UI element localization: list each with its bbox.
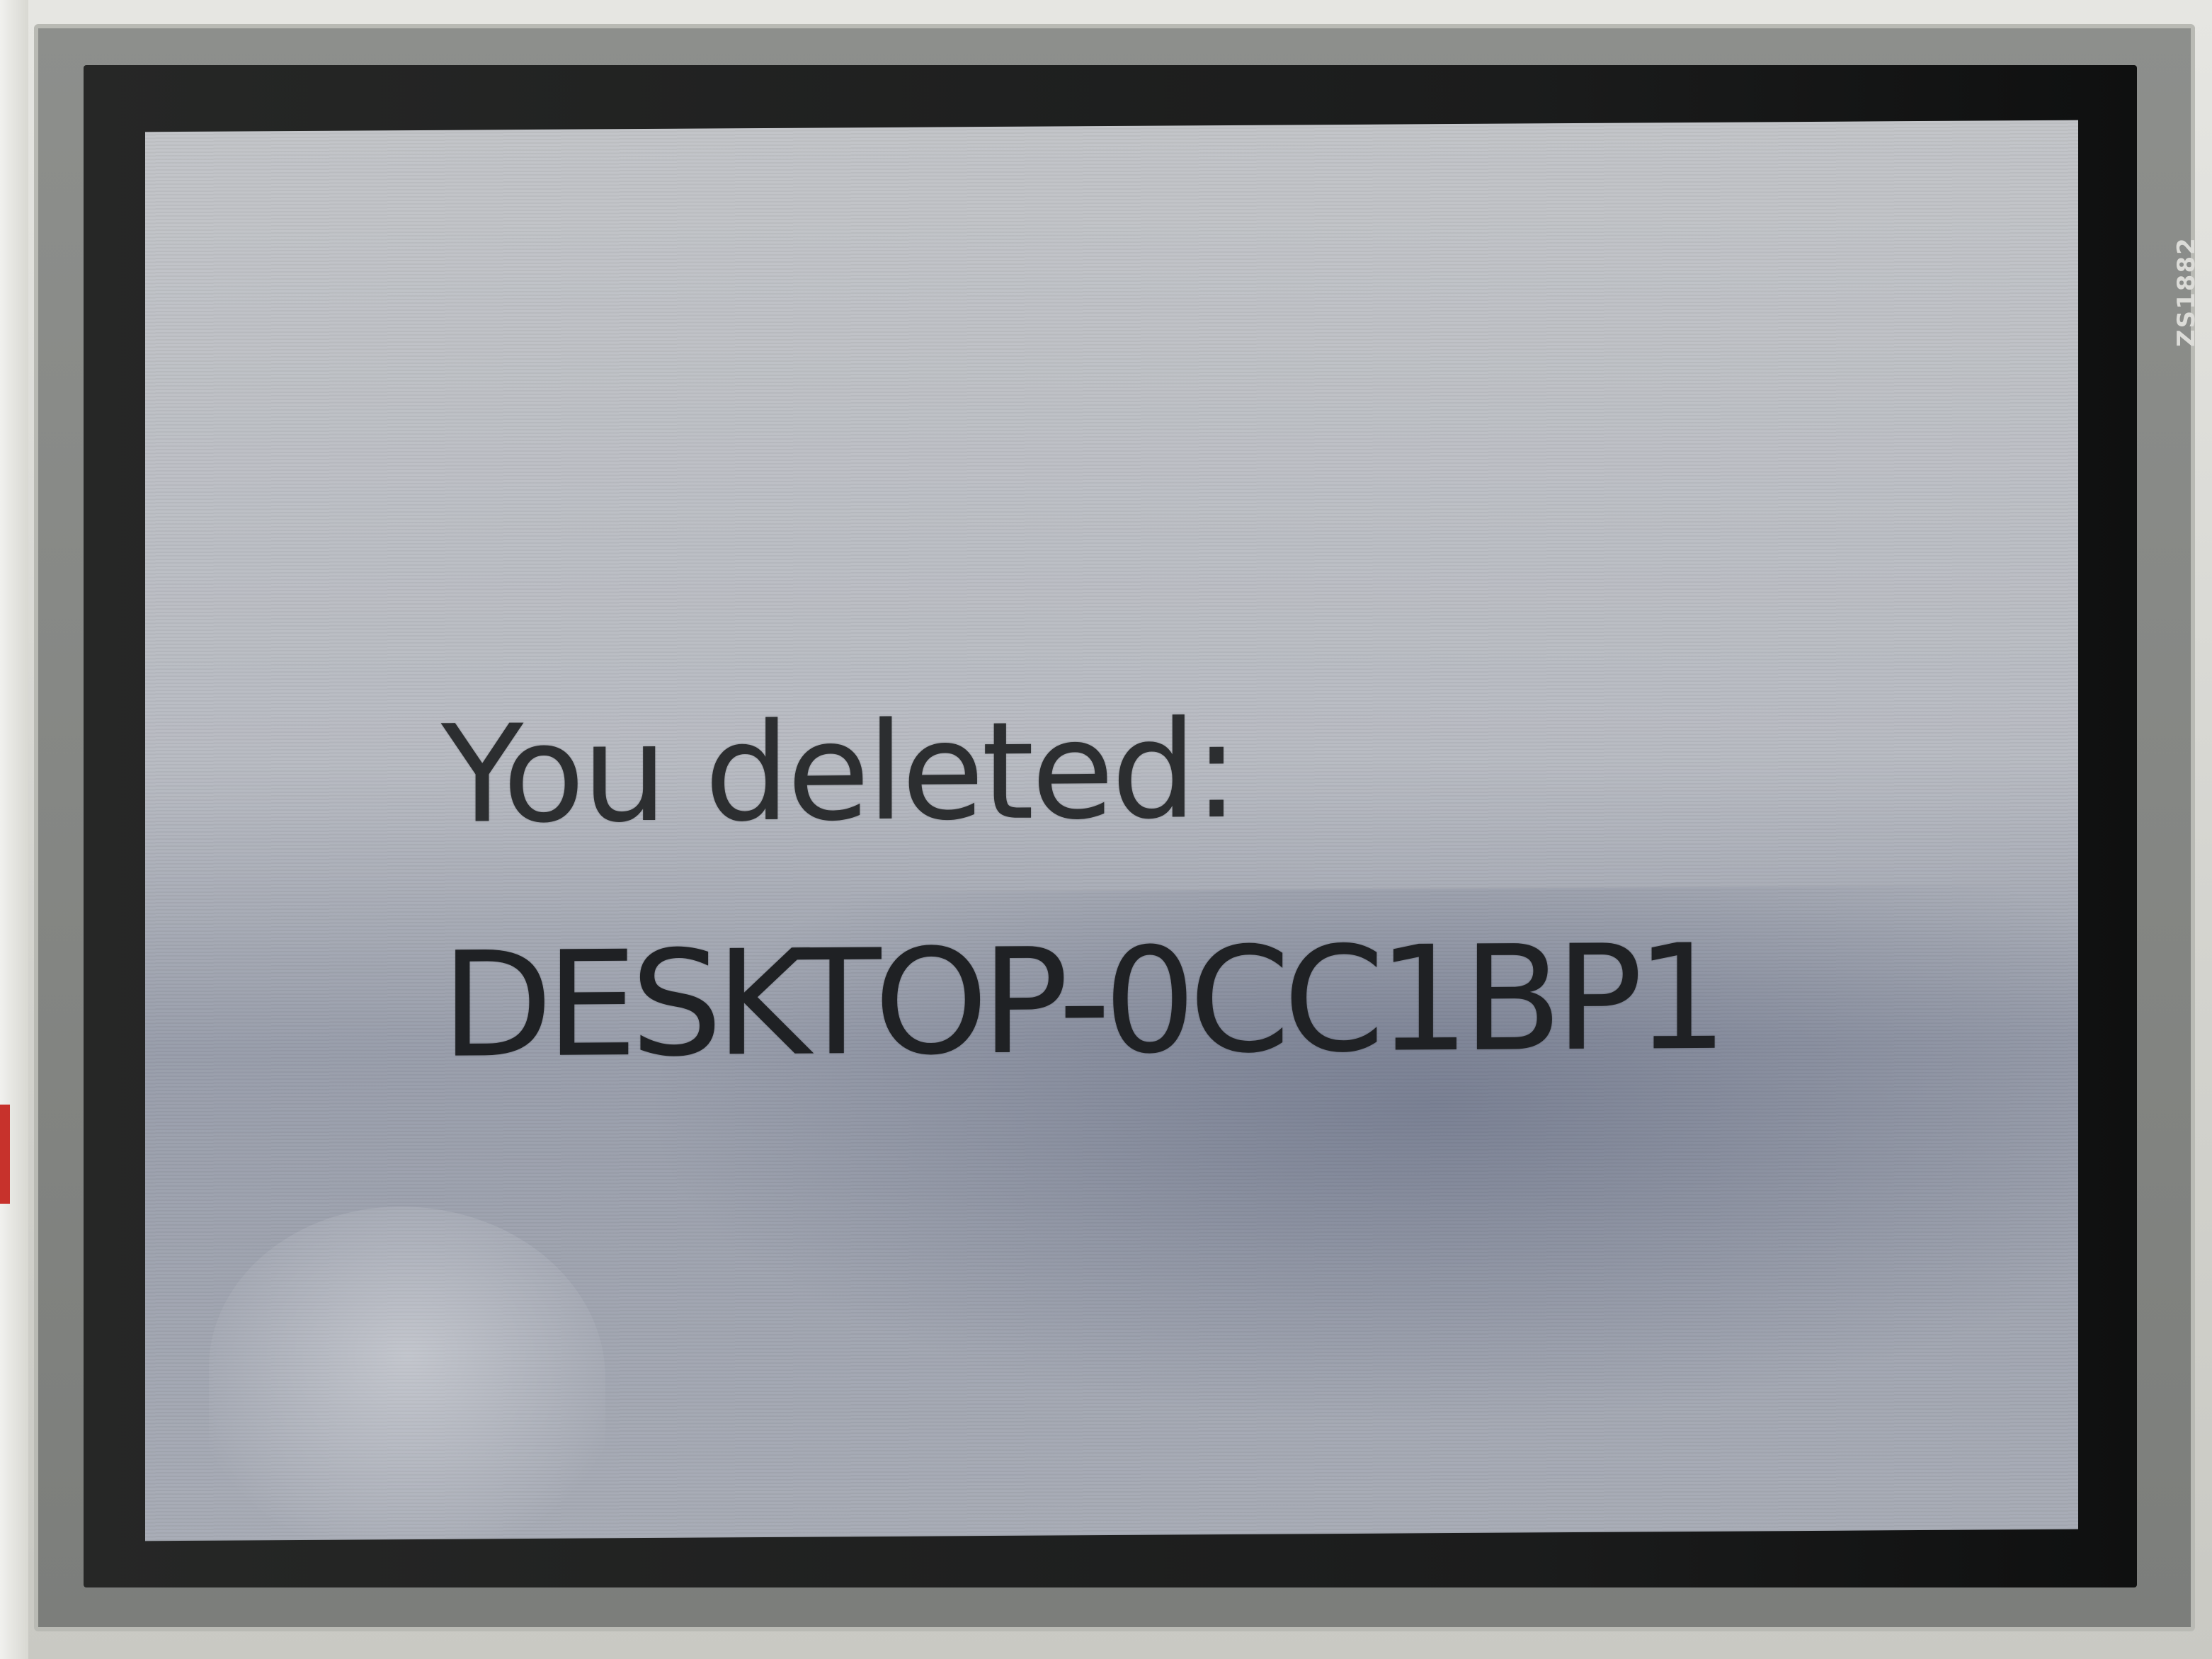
screen-glare [209, 1205, 605, 1541]
bezel-model-label: ZS1882 [2172, 236, 2201, 347]
casing-edge [0, 0, 28, 1659]
casing-red-marker [0, 1105, 10, 1204]
deleted-device-name: DESKTOP-0CC1BP1 [441, 913, 1721, 1090]
deleted-message-label: You deleted: [441, 691, 1237, 853]
lcd-screen: You deleted: DESKTOP-0CC1BP1 [145, 120, 2078, 1541]
